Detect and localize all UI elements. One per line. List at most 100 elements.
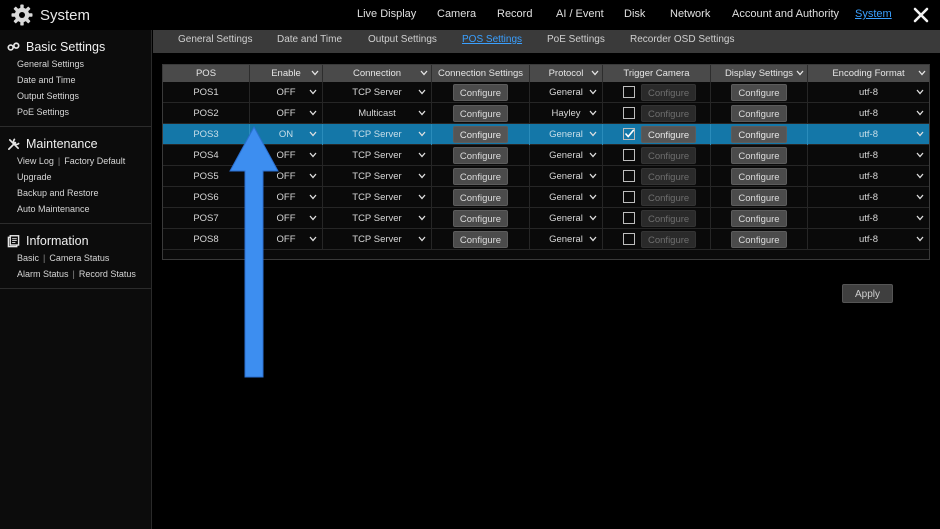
sidebar-group-header[interactable]: Information <box>0 232 151 250</box>
header-protocol[interactable]: Protocol <box>530 65 603 82</box>
enable-select[interactable]: OFF <box>250 103 323 124</box>
sidebar-item-factory-default[interactable]: Factory Default <box>64 156 125 166</box>
trigger-camera-configure-button[interactable]: Configure <box>641 231 697 248</box>
connection-value: TCP Server <box>352 87 402 98</box>
trigger-camera-configure-button[interactable]: Configure <box>641 210 697 227</box>
sidebar-item-upgrade[interactable]: Upgrade <box>0 169 151 185</box>
nav-network[interactable]: Network <box>670 8 710 20</box>
trigger-camera-configure-button[interactable]: Configure <box>641 147 697 164</box>
trigger-camera-configure-button[interactable]: Configure <box>641 84 697 101</box>
nav-ai-event[interactable]: AI / Event <box>556 8 604 20</box>
connection-select[interactable]: TCP Server <box>323 208 432 229</box>
protocol-select[interactable]: General <box>530 187 603 208</box>
connection-configure-button[interactable]: Configure <box>452 84 509 101</box>
connection-configure-button[interactable]: Configure <box>452 189 509 206</box>
sidebar-item-general-settings[interactable]: General Settings <box>0 56 151 72</box>
nav-system[interactable]: System <box>855 8 892 20</box>
display-configure-button[interactable]: Configure <box>731 126 787 143</box>
tab-general-settings[interactable]: General Settings <box>178 34 253 45</box>
connection-select[interactable]: TCP Server <box>323 124 432 145</box>
tab-poe-settings[interactable]: PoE Settings <box>547 34 605 45</box>
sidebar-item-date-time[interactable]: Date and Time <box>0 72 151 88</box>
close-icon[interactable] <box>912 6 930 24</box>
encoding-value: utf-8 <box>858 108 878 119</box>
encoding-select[interactable]: utf-8 <box>808 229 929 250</box>
encoding-select[interactable]: utf-8 <box>808 166 929 187</box>
trigger-camera-checkbox[interactable] <box>623 212 635 224</box>
connection-configure-button[interactable]: Configure <box>452 231 509 248</box>
sidebar-item-alarm-status[interactable]: Alarm Status <box>17 269 69 279</box>
trigger-camera-checkbox[interactable] <box>623 149 635 161</box>
sidebar-group-header[interactable]: Maintenance <box>0 135 151 153</box>
connection-select[interactable]: TCP Server <box>323 82 432 103</box>
encoding-select[interactable]: utf-8 <box>808 145 929 166</box>
connection-value: TCP Server <box>352 171 402 182</box>
display-configure-button[interactable]: Configure <box>731 231 787 248</box>
sidebar-item-output-settings[interactable]: Output Settings <box>0 88 151 104</box>
trigger-camera-configure-button[interactable]: Configure <box>641 105 697 122</box>
table-row[interactable]: POS2 OFF Multicast Configure Hayley Configure… <box>163 103 929 124</box>
nav-disk[interactable]: Disk <box>624 8 645 20</box>
trigger-camera-configure-button[interactable]: Configure <box>641 189 697 206</box>
protocol-select[interactable]: General <box>530 166 603 187</box>
protocol-select[interactable]: General <box>530 145 603 166</box>
protocol-select[interactable]: General <box>530 124 603 145</box>
tab-pos-settings[interactable]: POS Settings <box>462 34 522 45</box>
header-connection[interactable]: Connection <box>323 65 432 82</box>
connection-select[interactable]: TCP Server <box>323 145 432 166</box>
protocol-select[interactable]: General <box>530 82 603 103</box>
connection-select[interactable]: TCP Server <box>323 187 432 208</box>
sidebar-item-view-log[interactable]: View Log <box>17 156 54 166</box>
tab-output-settings[interactable]: Output Settings <box>368 34 437 45</box>
trigger-camera-checkbox[interactable] <box>623 170 635 182</box>
display-configure-button[interactable]: Configure <box>731 210 787 227</box>
trigger-camera-checkbox[interactable] <box>623 128 635 140</box>
enable-select[interactable]: OFF <box>250 82 323 103</box>
connection-select[interactable]: TCP Server <box>323 166 432 187</box>
connection-configure-button[interactable]: Configure <box>452 210 509 227</box>
protocol-select[interactable]: General <box>530 229 603 250</box>
trigger-camera-checkbox[interactable] <box>623 107 635 119</box>
connection-configure-button[interactable]: Configure <box>452 147 509 164</box>
connection-configure-button[interactable]: Configure <box>452 126 509 143</box>
tab-recorder-osd-settings[interactable]: Recorder OSD Settings <box>630 34 735 45</box>
protocol-select[interactable]: Hayley <box>530 103 603 124</box>
nav-live-display[interactable]: Live Display <box>357 8 416 20</box>
protocol-select[interactable]: General <box>530 208 603 229</box>
connection-configure-button[interactable]: Configure <box>452 168 509 185</box>
encoding-select[interactable]: utf-8 <box>808 103 929 124</box>
connection-configure-button[interactable]: Configure <box>452 105 509 122</box>
display-configure-button[interactable]: Configure <box>731 168 787 185</box>
nav-account-authority[interactable]: Account and Authority <box>732 8 839 20</box>
trigger-camera-checkbox[interactable] <box>623 86 635 98</box>
tab-date-and-time[interactable]: Date and Time <box>277 34 342 45</box>
sidebar-item-basic[interactable]: Basic <box>17 253 39 263</box>
display-configure-button[interactable]: Configure <box>731 147 787 164</box>
connection-select[interactable]: TCP Server <box>323 229 432 250</box>
display-configure-button[interactable]: Configure <box>731 189 787 206</box>
trigger-camera-configure-button[interactable]: Configure <box>641 168 697 185</box>
sidebar-item-poe-settings[interactable]: PoE Settings <box>0 104 151 120</box>
connection-select[interactable]: Multicast <box>323 103 432 124</box>
header-encoding-format[interactable]: Encoding Format <box>808 65 929 82</box>
nav-camera[interactable]: Camera <box>437 8 476 20</box>
sidebar-item-record-status[interactable]: Record Status <box>79 269 136 279</box>
trigger-camera-checkbox[interactable] <box>623 191 635 203</box>
sidebar-item-auto-maintenance[interactable]: Auto Maintenance <box>0 201 151 217</box>
trigger-camera-configure-button[interactable]: Configure <box>641 126 697 143</box>
sidebar-group-header[interactable]: Basic Settings <box>0 38 151 56</box>
sidebar-item-backup-restore[interactable]: Backup and Restore <box>0 185 151 201</box>
trigger-camera-checkbox[interactable] <box>623 233 635 245</box>
encoding-select[interactable]: utf-8 <box>808 187 929 208</box>
encoding-select[interactable]: utf-8 <box>808 208 929 229</box>
encoding-select[interactable]: utf-8 <box>808 124 929 145</box>
display-configure-button[interactable]: Configure <box>731 84 787 101</box>
apply-button[interactable]: Apply <box>842 284 893 303</box>
nav-record[interactable]: Record <box>497 8 532 20</box>
table-row[interactable]: POS1 OFF TCP Server Configure General Configu… <box>163 82 929 103</box>
header-display-settings[interactable]: Display Settings <box>711 65 808 82</box>
header-enable[interactable]: Enable <box>250 65 323 82</box>
encoding-select[interactable]: utf-8 <box>808 82 929 103</box>
display-configure-button[interactable]: Configure <box>731 105 787 122</box>
sidebar-item-camera-status[interactable]: Camera Status <box>49 253 109 263</box>
